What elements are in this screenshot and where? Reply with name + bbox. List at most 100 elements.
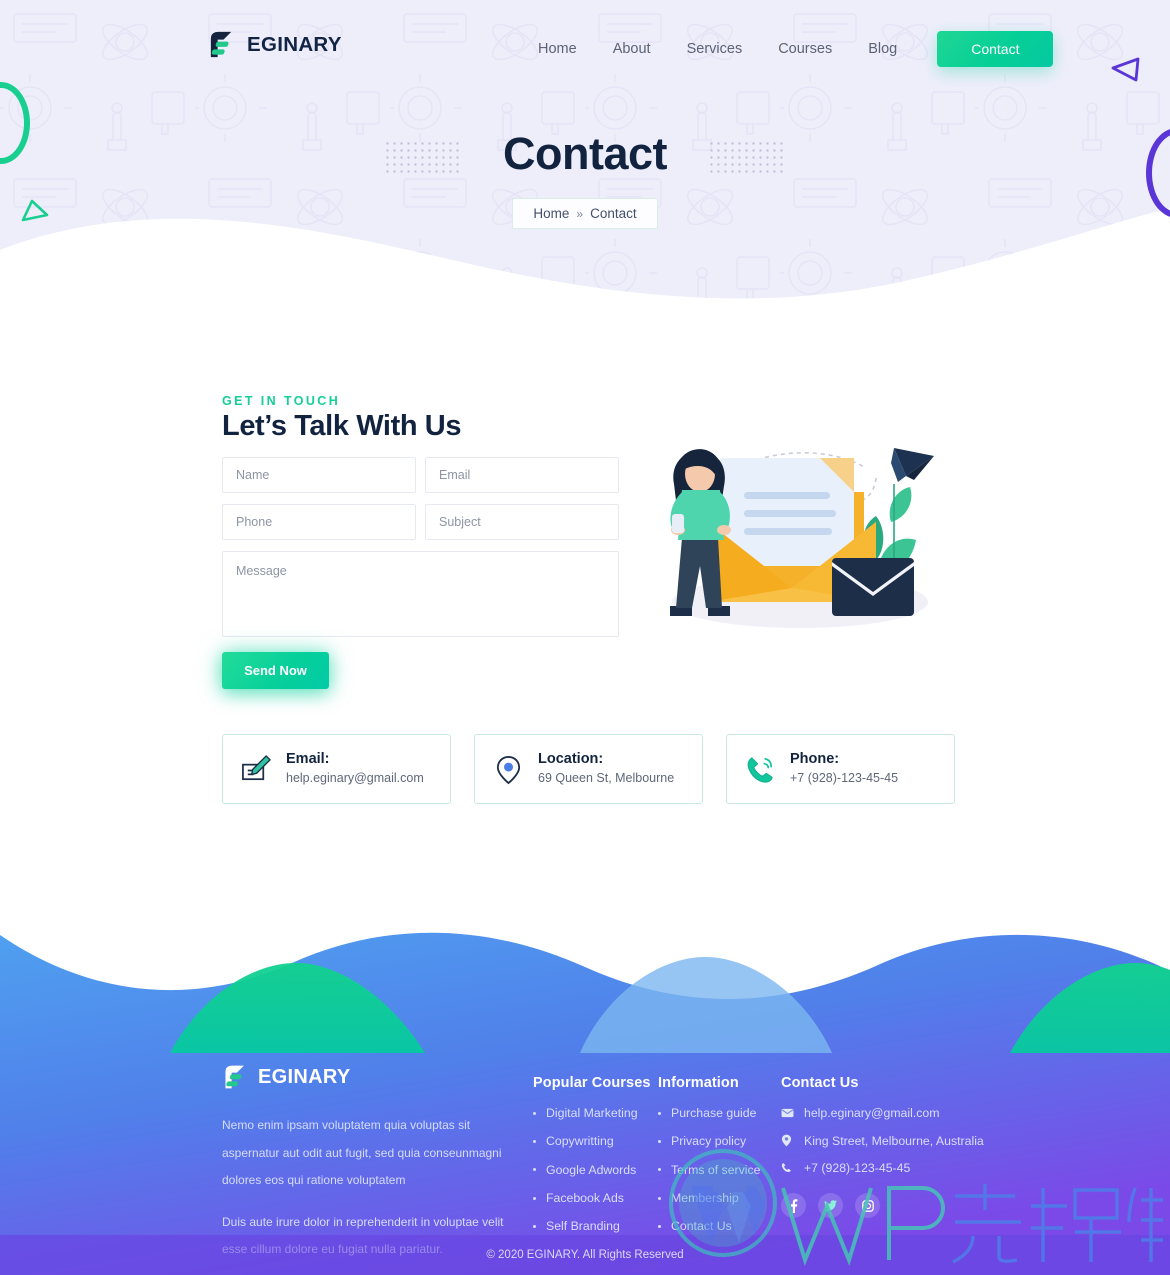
list-item[interactable]: Terms of service: [658, 1162, 761, 1177]
contact-page: EGINARY Home About Services Courses Blog…: [0, 0, 1170, 1275]
footer-column-title: Information: [658, 1075, 739, 1091]
footer-link-label: Facebook Ads: [546, 1190, 624, 1205]
instagram-icon[interactable]: [855, 1193, 880, 1218]
bullet-icon: [658, 1168, 661, 1172]
map-pin-icon: [496, 755, 521, 784]
footer-brand-block: EGINARY Nemo enim ipsam voluptatem quia …: [222, 1063, 512, 1264]
footer-contact-text: help.eginary@gmail.com: [804, 1106, 940, 1120]
footer-link-label: Contact Us: [671, 1219, 732, 1234]
list-item[interactable]: King Street, Melbourne, Australia: [781, 1134, 984, 1147]
eginary-logo-icon: [225, 1065, 244, 1089]
list-item[interactable]: Google Adwords: [533, 1162, 651, 1177]
hero-section: EGINARY Home About Services Courses Blog…: [0, 0, 1170, 330]
email-pencil-icon: [242, 754, 271, 780]
footer-column-title: Contact Us: [781, 1075, 859, 1091]
send-now-button[interactable]: Send Now: [222, 652, 329, 689]
footer-link-label: Membership: [671, 1190, 739, 1205]
nav-item-courses[interactable]: Courses: [760, 36, 850, 62]
list-item[interactable]: Self Branding: [533, 1220, 651, 1232]
contact-card-value: help.eginary@gmail.com: [286, 771, 424, 786]
dark-envelope-icon: [832, 558, 914, 616]
mail-icon: [781, 1108, 794, 1118]
list-item[interactable]: help.eginary@gmail.com: [781, 1107, 984, 1119]
list-item[interactable]: Privacy policy: [658, 1134, 761, 1149]
nav-contact-button[interactable]: Contact: [937, 31, 1054, 67]
list-item[interactable]: Digital Marketing: [533, 1107, 651, 1119]
list-item[interactable]: Purchase guide: [658, 1107, 761, 1119]
copyright-bar: © 2020 EGINARY. All Rights Reserved: [0, 1235, 1170, 1275]
footer-logo[interactable]: EGINARY: [222, 1063, 512, 1091]
contact-card-phone[interactable]: Phone: +7 (928)-123-45-45: [726, 734, 955, 804]
eginary-logo-icon: [210, 31, 232, 58]
name-input[interactable]: [222, 457, 416, 493]
paper-plane-icon: [891, 448, 934, 482]
footer-column-contact: Contact Us help.eginary@gmail.com King S…: [781, 1075, 984, 1190]
phone-icon: [781, 1162, 794, 1174]
breadcrumb-separator-icon: »: [576, 206, 584, 221]
map-pin-icon: [781, 1134, 794, 1147]
breadcrumb-current: Contact: [590, 206, 637, 221]
phone-icon: [747, 756, 773, 783]
nav-item-blog[interactable]: Blog: [850, 36, 915, 62]
subject-input[interactable]: [425, 504, 619, 540]
bullet-icon: [533, 1111, 536, 1115]
phone-input[interactable]: [222, 504, 416, 540]
footer-link-label: Digital Marketing: [546, 1106, 638, 1120]
logo[interactable]: EGINARY: [207, 29, 342, 60]
contact-card-value: 69 Queen St, Melbourne: [538, 771, 675, 786]
contact-card-label: Phone:: [790, 750, 840, 767]
bullet-icon: [658, 1111, 661, 1115]
footer-link-label: Privacy policy: [671, 1134, 747, 1149]
footer-link-label: Google Adwords: [546, 1162, 637, 1177]
main-nav: Home About Services Courses Blog Contact: [520, 31, 1054, 67]
nav-item-about[interactable]: About: [595, 36, 669, 62]
section-eyebrow: GET IN TOUCH: [222, 394, 341, 408]
list-item[interactable]: Membership: [658, 1192, 761, 1204]
email-input[interactable]: [425, 457, 619, 493]
contact-card-label: Location:: [538, 750, 604, 767]
twitter-icon[interactable]: [818, 1193, 843, 1218]
bullet-icon: [533, 1139, 536, 1143]
message-input[interactable]: [222, 551, 619, 637]
section-title: Let’s Talk With Us: [222, 410, 462, 442]
facebook-icon[interactable]: [781, 1193, 806, 1218]
list-item[interactable]: Contact Us: [658, 1220, 761, 1232]
footer-column-courses: Popular Courses Digital Marketing Copywr…: [533, 1075, 651, 1248]
bullet-icon: [658, 1196, 661, 1200]
nav-item-home[interactable]: Home: [520, 36, 595, 62]
list-item[interactable]: Facebook Ads: [533, 1192, 651, 1204]
footer-content: EGINARY Nemo enim ipsam voluptatem quia …: [0, 905, 1170, 1275]
bullet-icon: [658, 1139, 661, 1143]
page-title: Contact: [503, 128, 668, 179]
footer-link-label: Self Branding: [546, 1219, 620, 1234]
list-item[interactable]: +7 (928)-123-45-45: [781, 1161, 984, 1176]
footer-link-label: Purchase guide: [671, 1106, 757, 1120]
footer-link-label: Copywritting: [546, 1134, 614, 1149]
logo-text: EGINARY: [247, 32, 342, 56]
footer-contact-text: +7 (928)-123-45-45: [804, 1161, 911, 1176]
footer-column-information: Information Purchase guide Privacy polic…: [658, 1075, 761, 1248]
site-footer: EGINARY Nemo enim ipsam voluptatem quia …: [0, 905, 1170, 1275]
contact-card-value: +7 (928)-123-45-45: [790, 771, 899, 786]
list-item[interactable]: Copywritting: [533, 1134, 651, 1149]
bullet-icon: [658, 1224, 661, 1228]
contact-card-location[interactable]: Location: 69 Queen St, Melbourne: [474, 734, 703, 804]
contact-card-label: Email:: [286, 750, 330, 767]
email-illustration: [670, 448, 934, 628]
bullet-icon: [533, 1196, 536, 1200]
nav-item-services[interactable]: Services: [669, 36, 761, 62]
footer-about-paragraph-1: Nemo enim ipsam voluptatem quia voluptas…: [222, 1118, 502, 1188]
footer-link-label: Terms of service: [671, 1162, 761, 1177]
footer-logo-text: EGINARY: [258, 1065, 351, 1088]
breadcrumb: Home » Contact: [0, 198, 1170, 229]
contact-form: [222, 457, 619, 642]
footer-column-title: Popular Courses: [533, 1075, 651, 1091]
footer-contact-text: King Street, Melbourne, Australia: [804, 1133, 984, 1148]
contact-info-cards: Email: help.eginary@gmail.com Location: …: [222, 734, 955, 804]
footer-social-links: [781, 1193, 880, 1218]
bullet-icon: [533, 1224, 536, 1228]
bullet-icon: [533, 1168, 536, 1172]
breadcrumb-home[interactable]: Home: [533, 206, 569, 221]
site-header: EGINARY Home About Services Courses Blog…: [0, 0, 1170, 88]
contact-card-email[interactable]: Email: help.eginary@gmail.com: [222, 734, 451, 804]
